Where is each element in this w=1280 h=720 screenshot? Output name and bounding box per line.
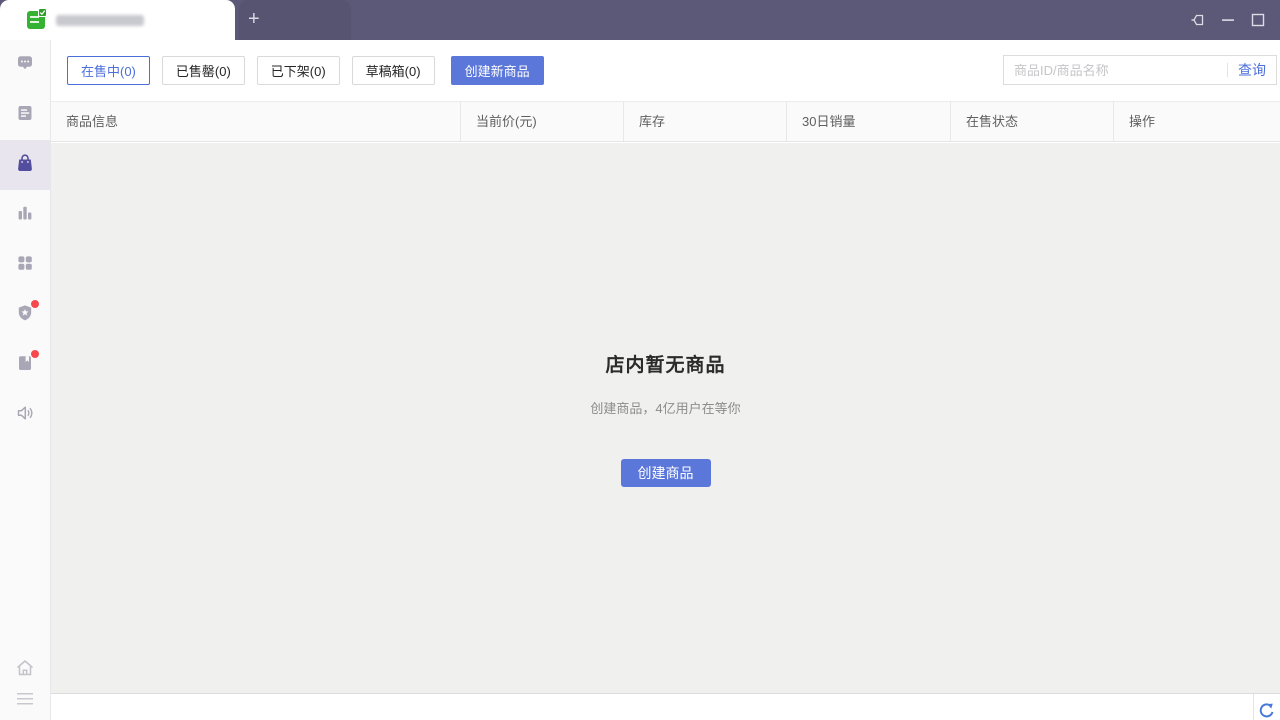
minimize-icon — [1220, 12, 1236, 28]
maximize-icon — [1250, 12, 1266, 28]
bottom-bar-divider — [1253, 694, 1254, 720]
empty-state-subtitle: 创建商品，4亿用户在等你 — [590, 400, 741, 416]
menu-icon — [15, 692, 35, 711]
notification-badge — [31, 350, 39, 358]
tab-favicon-icon — [27, 8, 47, 29]
search-submit-button[interactable]: 查询 — [1228, 60, 1276, 80]
new-tab-button[interactable]: + — [239, 0, 351, 40]
bottom-status-bar — [51, 693, 1280, 720]
sidebar-item-apps[interactable] — [0, 240, 50, 290]
document-icon — [15, 103, 35, 128]
products-empty-state: 店内暂无商品 创建商品，4亿用户在等你 创建商品 — [51, 143, 1280, 693]
maximize-button[interactable] — [1243, 0, 1273, 40]
sidebar-item-announcements[interactable] — [0, 390, 50, 440]
plus-icon: + — [248, 8, 260, 30]
sidebar-item-knowledge[interactable] — [0, 340, 50, 390]
browser-tab[interactable] — [0, 0, 235, 40]
sidebar-item-home[interactable] — [0, 657, 50, 684]
product-search-group: 查询 — [1003, 55, 1277, 85]
notification-badge — [31, 300, 39, 308]
create-new-product-button[interactable]: 创建新商品 — [450, 56, 544, 85]
tab-title-redacted — [56, 14, 144, 26]
column-header-product-info: 商品信息 — [66, 114, 119, 129]
column-header-current-price: 当前价(元) — [460, 102, 623, 141]
refresh-icon — [1257, 703, 1277, 720]
check-badge-icon — [38, 8, 47, 17]
tab-removed[interactable]: 已下架(0) — [256, 56, 340, 85]
tab-sold-out[interactable]: 已售罄(0) — [161, 56, 245, 85]
sidebar-item-chat[interactable] — [0, 40, 50, 90]
sidebar-item-products[interactable] — [0, 140, 50, 190]
minimize-button[interactable] — [1213, 0, 1243, 40]
column-header-30day-sales: 30日销量 — [786, 102, 950, 141]
column-header-sale-status: 在售状态 — [950, 102, 1113, 141]
titlebar: + — [0, 0, 1280, 40]
products-table-header: 商品信息 当前价(元) 库存 30日销量 在售状态 操作 — [51, 101, 1280, 142]
column-header-stock: 库存 — [623, 102, 786, 141]
grid-icon — [15, 253, 35, 278]
column-header-actions: 操作 — [1113, 102, 1280, 141]
empty-state-title: 店内暂无商品 — [605, 354, 726, 376]
bar-chart-icon — [15, 203, 35, 228]
product-search-input[interactable] — [1004, 56, 1227, 84]
chat-icon — [15, 53, 35, 78]
tab-on-sale[interactable]: 在售中(0) — [67, 56, 150, 85]
sidebar-nav — [0, 40, 51, 720]
products-toolbar: 在售中(0) 已售罄(0) 已下架(0) 草稿箱(0) 创建新商品 查询 — [51, 40, 1280, 101]
window-controls — [1183, 0, 1273, 40]
sidebar-item-orders[interactable] — [0, 90, 50, 140]
sidebar-item-analytics[interactable] — [0, 190, 50, 240]
pin-window-button[interactable] — [1183, 0, 1213, 40]
sidebar-item-menu[interactable] — [0, 692, 50, 711]
shopping-bag-icon — [14, 152, 36, 179]
sidebar-item-shield[interactable] — [0, 290, 50, 340]
tab-drafts[interactable]: 草稿箱(0) — [351, 56, 435, 85]
create-product-button[interactable]: 创建商品 — [620, 458, 711, 487]
refresh-button[interactable] — [1257, 701, 1277, 720]
speaker-icon — [15, 403, 35, 428]
pin-icon — [1190, 12, 1206, 28]
home-icon — [14, 657, 36, 684]
